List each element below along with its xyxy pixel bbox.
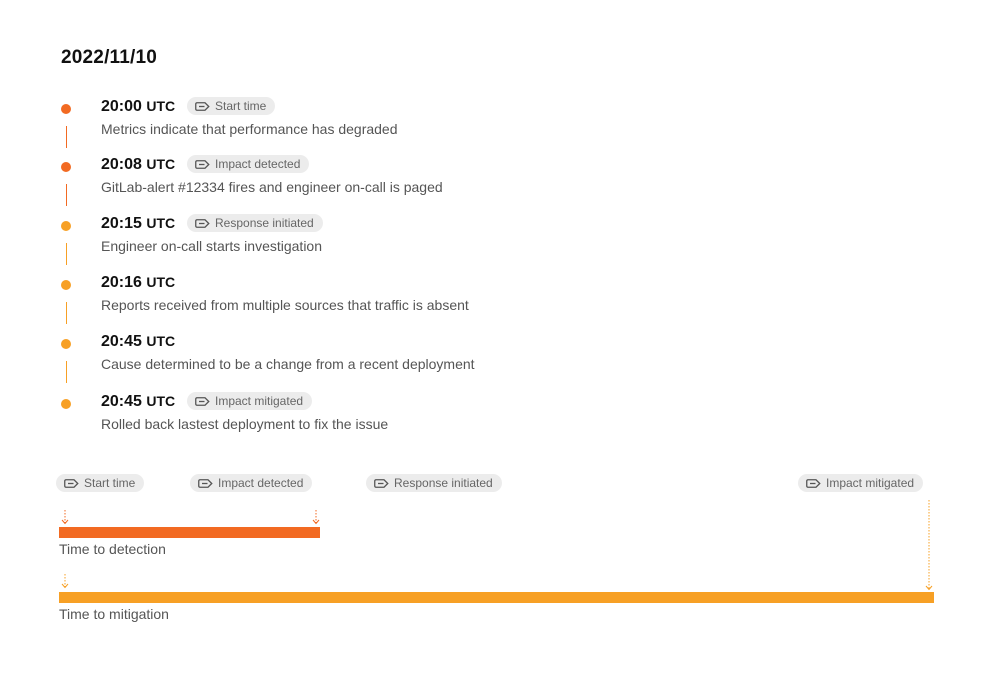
event-time: 20:45 UTC: [101, 333, 176, 350]
summary-tag-mitigated: Impact mitigated: [798, 474, 924, 492]
tag-icon: [64, 478, 79, 488]
tag-icon: [806, 478, 821, 488]
mitigation-bar: [59, 592, 934, 603]
event-description: GitLab-alert #12334 fires and engineer o…: [101, 179, 443, 195]
summary-tag-detected: Impact detected: [190, 474, 313, 492]
event-dot: [61, 399, 71, 409]
event-dot: [61, 104, 71, 114]
timeline-event: 20:45 UTC Cause determined to be a chang…: [0, 333, 600, 392]
event-time: 20:45 UTC: [101, 393, 176, 410]
event-dot: [61, 339, 71, 349]
detection-bar: [59, 527, 320, 538]
event-dot: [61, 221, 71, 231]
dotted-arrow-down-icon: [61, 510, 69, 525]
timeline-connector: [65, 361, 67, 383]
summary-tag-response: Response initiated: [366, 474, 502, 492]
date-title: 2022/11/10: [61, 47, 158, 68]
event-time: 20:08 UTC: [101, 156, 176, 173]
event-tag: Impact mitigated: [187, 392, 313, 410]
event-time: 20:15 UTC: [101, 215, 176, 232]
timeline-event: 20:15 UTC Response initiated Engineer on…: [0, 214, 600, 274]
event-description: Metrics indicate that performance has de…: [101, 121, 398, 137]
event-description: Reports received from multiple sources t…: [101, 297, 469, 313]
event-dot: [61, 162, 71, 172]
dotted-arrow-down-icon: [925, 500, 933, 591]
mitigation-bar-label: Time to mitigation: [59, 606, 169, 622]
timeline-event: 20:00 UTC Start time Metrics indicate th…: [0, 97, 600, 157]
timeline-connector: [65, 302, 67, 324]
summary-tag-start: Start time: [56, 474, 145, 492]
dotted-arrow-down-icon: [61, 574, 69, 589]
timeline-event: 20:45 UTC Impact mitigated Rolled back l…: [0, 392, 600, 452]
timeline-connector: [65, 184, 67, 206]
dotted-arrow-down-icon: [312, 510, 320, 525]
event-description: Engineer on-call starts investigation: [101, 238, 323, 254]
tag-icon: [198, 478, 213, 488]
tag-icon: [374, 478, 389, 488]
tag-icon: [195, 396, 210, 406]
event-time: 20:16 UTC: [101, 274, 176, 291]
timeline-event: 20:16 UTC Reports received from multiple…: [0, 274, 600, 333]
timeline-connector: [65, 243, 67, 265]
tag-icon: [195, 101, 210, 111]
event-tag: Impact detected: [187, 155, 310, 173]
event-time: 20:00 UTC: [101, 98, 176, 115]
detection-bar-label: Time to detection: [59, 541, 166, 557]
tag-icon: [195, 159, 210, 169]
event-description: Rolled back lastest deployment to fix th…: [101, 416, 389, 432]
event-tag: Start time: [187, 97, 276, 115]
timeline-connector: [65, 126, 67, 148]
timeline-event: 20:08 UTC Impact detected GitLab-alert #…: [0, 155, 600, 215]
event-description: Cause determined to be a change from a r…: [101, 356, 475, 372]
event-dot: [61, 280, 71, 290]
event-tag: Response initiated: [187, 214, 323, 232]
tag-icon: [195, 218, 210, 228]
